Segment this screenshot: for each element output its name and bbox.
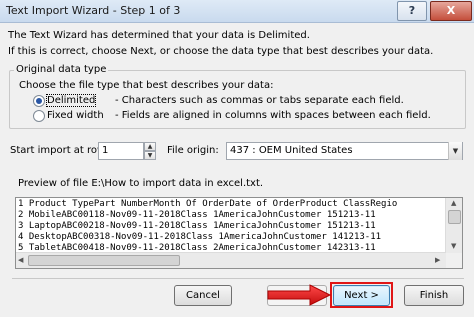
preview-line: 2 MobileABC00118-Nov09-11-2018Class 1Ame… — [18, 210, 376, 220]
chevron-down-icon[interactable]: ▼ — [448, 142, 462, 160]
fixed-width-label[interactable]: Fixed width — [47, 110, 104, 121]
window-title: Text Import Wizard - Step 1 of 3 — [6, 4, 181, 17]
horizontal-scrollbar[interactable]: ◀ ▶ — [16, 252, 446, 268]
scrollbar-corner — [446, 253, 462, 268]
vertical-scrollbar[interactable]: ▲ ▼ — [445, 198, 462, 253]
spin-up-icon[interactable]: ▲ — [144, 142, 156, 151]
scroll-up-icon[interactable]: ▲ — [451, 199, 456, 207]
title-bar: Text Import Wizard - Step 1 of 3 ? X — [0, 0, 474, 23]
spin-down-icon[interactable]: ▼ — [144, 151, 156, 160]
next-highlight-box — [330, 282, 393, 308]
file-type-prompt: Choose the file type that best describes… — [19, 80, 274, 91]
preview-line: 3 LaptopABC00218-Nov09-11-2018Class 1Ame… — [18, 221, 376, 231]
cancel-button[interactable]: Cancel — [174, 285, 232, 306]
separator — [12, 278, 464, 279]
scroll-left-icon[interactable]: ◀ — [18, 256, 23, 264]
start-import-label: Start import at row: — [10, 145, 109, 156]
preview-label: Preview of file E:\How to import data in… — [18, 178, 264, 189]
help-button[interactable]: ? — [397, 1, 427, 21]
scroll-down-icon[interactable]: ▼ — [451, 242, 456, 250]
preview-line: 1 Product TypePart NumberMonth Of OrderD… — [18, 199, 398, 209]
delimited-radio[interactable] — [33, 95, 45, 107]
close-button[interactable]: X — [430, 1, 472, 21]
start-row-input[interactable]: 1 — [98, 142, 144, 160]
fixed-width-radio[interactable] — [33, 110, 45, 122]
file-origin-label: File origin: — [167, 145, 219, 156]
horizontal-scroll-thumb[interactable] — [28, 255, 180, 266]
delimited-description: - Characters such as commas or tabs sepa… — [115, 95, 404, 106]
original-data-type-legend: Original data type — [14, 64, 109, 75]
delimited-label[interactable]: Delimited — [45, 94, 97, 107]
finish-button[interactable]: Finish — [404, 285, 464, 306]
intro-line-2: If this is correct, choose Next, or choo… — [8, 46, 434, 57]
fixed-width-description: - Fields are aligned in columns with spa… — [115, 110, 431, 121]
scroll-right-icon[interactable]: ▶ — [435, 256, 440, 264]
preview-line: 4 DesktopABC00318-Nov09-11-2018Class 1Am… — [18, 232, 382, 242]
vertical-scroll-thumb[interactable] — [448, 210, 461, 224]
red-arrow-icon — [267, 284, 332, 306]
preview-box[interactable]: 1 Product TypePart NumberMonth Of OrderD… — [15, 197, 463, 269]
file-origin-select[interactable]: 437 : OEM United States — [226, 142, 463, 160]
intro-line-1: The Text Wizard has determined that your… — [8, 30, 310, 41]
